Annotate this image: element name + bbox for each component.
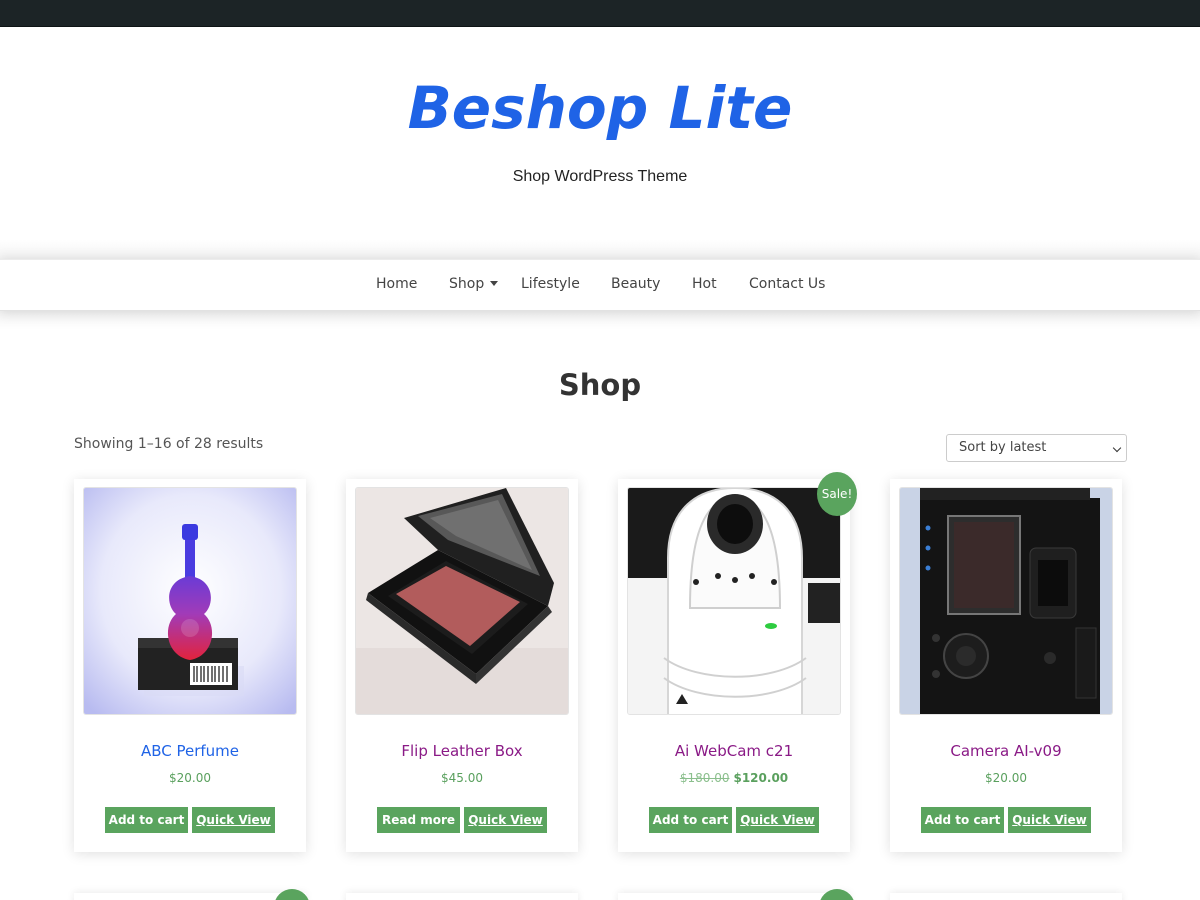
quick-view-button[interactable]: Quick View: [192, 807, 275, 833]
add-to-cart-button[interactable]: Add to cart: [921, 807, 1004, 833]
original-price: $180.00: [679, 771, 730, 785]
sort-select[interactable]: Sort by latest: [946, 434, 1127, 462]
product-card: [74, 893, 306, 900]
webcam-image[interactable]: [628, 488, 841, 715]
product-title[interactable]: Camera AI-v09: [890, 742, 1122, 760]
site-title-link[interactable]: Beshop Lite: [408, 74, 793, 142]
product-title[interactable]: ABC Perfume: [74, 742, 306, 760]
product-image-leather-box[interactable]: [355, 487, 569, 715]
camera-image[interactable]: [900, 488, 1113, 715]
price-value: $45.00: [441, 771, 483, 785]
read-more-button[interactable]: Read more: [377, 807, 460, 833]
nav-item-shop-label[interactable]: Shop: [449, 276, 484, 292]
product-card: Ai WebCam c21 $180.00 $120.00 Add to cart…: [618, 479, 850, 852]
product-price: $20.00: [890, 771, 1122, 785]
product-image-perfume[interactable]: [83, 487, 297, 715]
sale-badge: Sale!: [817, 472, 857, 516]
nav-item-shop[interactable]: Shop: [449, 276, 499, 292]
page-title: Shop: [558, 368, 642, 402]
product-card: [346, 893, 578, 900]
quick-view-button[interactable]: Quick View: [736, 807, 819, 833]
caret-down-icon[interactable]: [490, 280, 499, 286]
product-price: $180.00 $120.00: [618, 771, 850, 785]
product-card: [890, 893, 1122, 900]
product-price: $45.00: [346, 771, 578, 785]
site-title[interactable]: Beshop Lite: [0, 74, 1200, 142]
price-value: $20.00: [169, 771, 211, 785]
product-image-camera[interactable]: [899, 487, 1113, 715]
product-title[interactable]: Ai WebCam c21: [618, 742, 850, 760]
product-card: [618, 893, 850, 900]
top-bar: [0, 0, 1200, 27]
add-to-cart-button[interactable]: Add to cart: [649, 807, 732, 833]
main-navigation: Home Shop Lifestyle Beauty Hot Contact U…: [0, 259, 1200, 311]
perfume-image[interactable]: [84, 488, 297, 715]
site-tagline: Shop WordPress Theme: [512, 168, 688, 185]
nav-item-lifestyle[interactable]: Lifestyle: [521, 276, 580, 292]
product-card: Flip Leather Box $45.00 Read more Quick …: [346, 479, 578, 852]
sort-selected-value: Sort by latest: [959, 440, 1047, 455]
price-value: $20.00: [985, 771, 1027, 785]
quick-view-button[interactable]: Quick View: [464, 807, 547, 833]
nav-item-contact-us[interactable]: Contact Us: [749, 276, 825, 292]
nav-item-beauty[interactable]: Beauty: [611, 276, 660, 292]
sale-badge: [274, 889, 310, 900]
sale-price: $120.00: [733, 771, 789, 785]
product-price: $20.00: [74, 771, 306, 785]
add-to-cart-button[interactable]: Add to cart: [105, 807, 188, 833]
compact-image[interactable]: [356, 488, 569, 715]
result-count: Showing 1–16 of 28 results: [74, 436, 264, 452]
product-card: Camera AI-v09 $20.00 Add to cart Quick V…: [890, 479, 1122, 852]
sale-badge: [819, 889, 855, 900]
site-header: Beshop Lite Shop WordPress Theme: [0, 27, 1200, 255]
nav-item-hot[interactable]: Hot: [692, 276, 717, 292]
quick-view-button[interactable]: Quick View: [1008, 807, 1091, 833]
chevron-down-icon: [1112, 443, 1122, 453]
product-image-webcam[interactable]: [627, 487, 841, 715]
product-title[interactable]: Flip Leather Box: [346, 742, 578, 760]
nav-item-home[interactable]: Home: [376, 276, 417, 292]
product-card: ABC Perfume $20.00 Add to cart Quick Vie…: [74, 479, 306, 852]
